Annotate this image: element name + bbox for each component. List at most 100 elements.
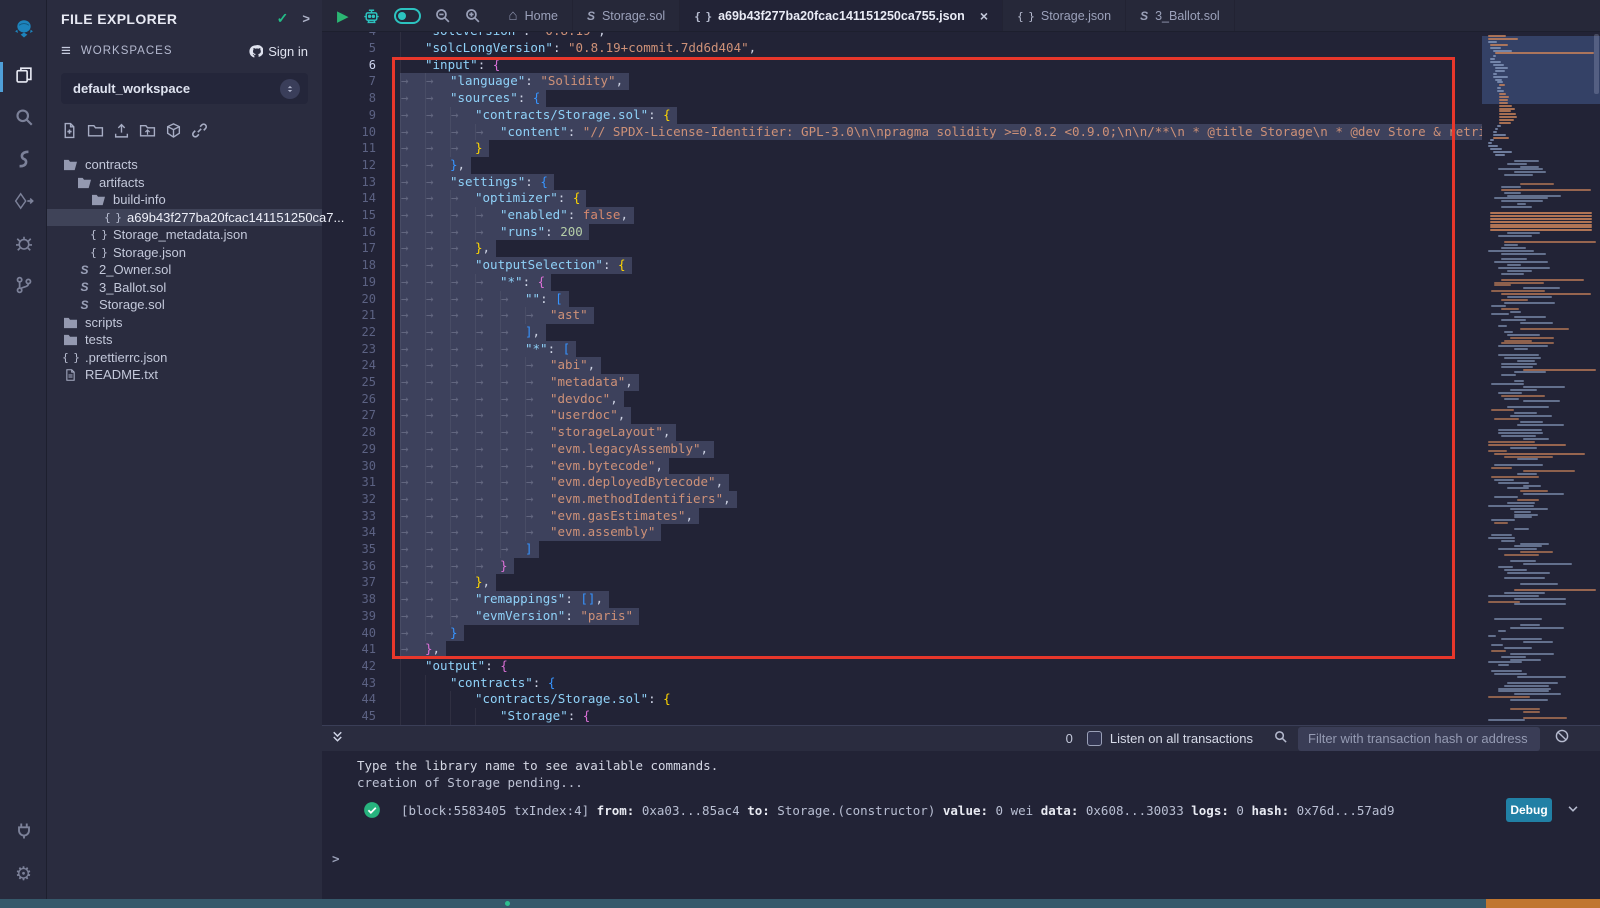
tab-home[interactable]: ⌂ Home bbox=[495, 0, 573, 31]
transaction-filter-input[interactable] bbox=[1298, 727, 1540, 751]
tree-item[interactable]: scripts bbox=[47, 314, 322, 332]
code-line: →→→→→→"storageLayout", bbox=[400, 424, 676, 441]
rail-item-solidity-compiler[interactable] bbox=[0, 140, 47, 182]
tree-item[interactable]: build-info bbox=[47, 191, 322, 209]
upload-file-icon[interactable] bbox=[113, 122, 130, 144]
solidity-compiler-icon bbox=[14, 149, 34, 174]
braces-icon: { } bbox=[105, 211, 120, 224]
tab-a69b43f277ba20fcac141151250ca755-json[interactable]: { } a69b43f277ba20fcac141151250ca755.jso… bbox=[680, 0, 1003, 31]
tree-item[interactable]: { } .prettierrc.json bbox=[47, 349, 322, 367]
code-line: →→→→→] bbox=[400, 541, 539, 558]
panel-title: FILE EXPLORER bbox=[61, 11, 277, 27]
file-explorer-icon bbox=[14, 65, 34, 90]
tree-item[interactable]: contracts bbox=[47, 156, 322, 174]
expand-transaction-icon[interactable] bbox=[1566, 802, 1580, 819]
rail-item-search[interactable] bbox=[0, 98, 47, 140]
braces-icon: { } bbox=[91, 228, 106, 241]
tree-item[interactable]: S 2_Owner.sol bbox=[47, 261, 322, 279]
transaction-count-badge: 0 bbox=[1066, 731, 1073, 746]
tree-item-label: Storage.sol bbox=[99, 297, 165, 312]
folder-open-icon bbox=[63, 158, 78, 171]
git-icon bbox=[14, 275, 34, 300]
code-editor[interactable]: 4567891011121314151617181920212223242526… bbox=[322, 32, 1600, 725]
debugger-icon bbox=[14, 233, 34, 258]
open-tabs: ⌂ Home S Storage.sol { } a69b43f277ba20f… bbox=[495, 0, 1235, 31]
tree-item[interactable]: README.txt bbox=[47, 366, 322, 384]
code-line: →→"sources": { bbox=[400, 90, 546, 107]
run-script-icon[interactable]: ▶ bbox=[337, 7, 349, 25]
import-url-icon[interactable] bbox=[191, 122, 208, 144]
upload-folder-icon[interactable] bbox=[139, 122, 156, 144]
code-line: →→→→→→"metadata", bbox=[400, 374, 639, 391]
rail-item-file-explorer[interactable] bbox=[0, 56, 47, 98]
code-line: →→→→→→"evm.gasEstimates", bbox=[400, 508, 699, 525]
rail-item-plugin-manager[interactable] bbox=[0, 812, 47, 854]
rail-item-remix-logo[interactable] bbox=[0, 4, 47, 56]
code-line: →→→→→→"evm.legacyAssembly", bbox=[400, 441, 714, 458]
minimap[interactable] bbox=[1482, 32, 1600, 725]
folder-icon bbox=[63, 333, 78, 346]
tree-item[interactable]: { } Storage.json bbox=[47, 244, 322, 262]
code-line: →→→}, bbox=[400, 574, 496, 591]
rail-item-settings[interactable]: ⚙ bbox=[0, 854, 47, 896]
workspaces-label: WORKSPACES bbox=[81, 45, 248, 57]
terminal-output[interactable]: Type the library name to see available c… bbox=[322, 751, 1600, 899]
clear-console-icon[interactable] bbox=[1554, 728, 1570, 749]
code-line: →→→→"enabled": false, bbox=[400, 207, 634, 224]
code-line: →→}, bbox=[400, 157, 471, 174]
zoom-in-icon[interactable] bbox=[464, 7, 481, 24]
tree-item[interactable]: tests bbox=[47, 331, 322, 349]
code-line: →→→→→→"evm.deployedBytecode", bbox=[400, 474, 729, 491]
solidity-icon: S bbox=[587, 8, 595, 23]
rail-item-debugger[interactable] bbox=[0, 224, 47, 266]
status-green-dot bbox=[505, 901, 510, 906]
home-icon: ⌂ bbox=[509, 7, 518, 24]
debug-button[interactable]: Debug bbox=[1506, 798, 1552, 822]
zoom-out-icon[interactable] bbox=[434, 7, 451, 24]
braces-icon: { } bbox=[63, 351, 78, 364]
tree-item[interactable]: { } Storage_metadata.json bbox=[47, 226, 322, 244]
rail-item-git[interactable] bbox=[0, 266, 47, 308]
tree-item[interactable]: S 3_Ballot.sol bbox=[47, 279, 322, 297]
ai-toggle-icon[interactable] bbox=[394, 8, 421, 24]
tab-storage-json[interactable]: { } Storage.json bbox=[1003, 0, 1126, 31]
tree-item-label: Storage_metadata.json bbox=[113, 227, 247, 242]
code-line: →→→→→→"evm.methodIdentifiers", bbox=[400, 491, 737, 508]
braces-icon: { } bbox=[694, 8, 711, 23]
code-line: →→→→"*": { bbox=[400, 274, 551, 291]
remix-ai-icon[interactable] bbox=[362, 7, 381, 24]
tab-3-ballot-sol[interactable]: S 3_Ballot.sol bbox=[1126, 0, 1235, 31]
braces-icon: { } bbox=[1017, 8, 1034, 23]
code-line: →→→"evmVersion": "paris" bbox=[400, 608, 639, 625]
settings-icon: ⚙ bbox=[15, 865, 32, 885]
listen-all-checkbox[interactable] bbox=[1087, 731, 1102, 746]
ipfs-box-icon[interactable] bbox=[165, 122, 182, 144]
terminal-prompt[interactable]: > bbox=[332, 851, 340, 866]
tree-item-label: artifacts bbox=[99, 175, 145, 190]
tab-storage-sol[interactable]: S Storage.sol bbox=[573, 0, 680, 31]
new-file-icon[interactable] bbox=[61, 122, 78, 144]
tree-item[interactable]: S Storage.sol bbox=[47, 296, 322, 314]
scrollbar-thumb[interactable] bbox=[1594, 34, 1599, 94]
tree-item[interactable]: artifacts bbox=[47, 174, 322, 192]
workspace-caret-icon bbox=[280, 79, 300, 99]
new-folder-icon[interactable] bbox=[87, 122, 104, 144]
chevron-right-icon[interactable]: > bbox=[302, 11, 310, 26]
code-line: →→→}, bbox=[400, 240, 496, 257]
code-line: →→"language": "Solidity", bbox=[400, 73, 629, 90]
transaction-log-row: [block:5583405 txIndex:4] from: 0xa03...… bbox=[363, 797, 1580, 823]
code-line: →→→"optimizer": { bbox=[400, 190, 586, 207]
workspace-menu-icon[interactable]: ≡ bbox=[61, 41, 71, 61]
sign-in-button[interactable]: Sign in bbox=[248, 44, 308, 59]
rail-item-deploy-run[interactable] bbox=[0, 182, 47, 224]
search-icon[interactable] bbox=[1273, 729, 1288, 749]
folder-icon bbox=[63, 316, 78, 329]
code-line: →→} bbox=[400, 625, 464, 642]
tree-item[interactable]: { } a69b43f277ba20fcac141151250ca7... bbox=[47, 209, 322, 227]
terminal-collapse-icon[interactable] bbox=[330, 729, 345, 749]
close-tab-icon[interactable]: × bbox=[980, 8, 988, 24]
check-icon: ✓ bbox=[277, 10, 289, 27]
file-tree: contracts artifacts build-info { } a69b4… bbox=[47, 156, 322, 384]
status-bar bbox=[0, 899, 1600, 908]
workspace-select[interactable]: default_workspace bbox=[61, 73, 308, 104]
